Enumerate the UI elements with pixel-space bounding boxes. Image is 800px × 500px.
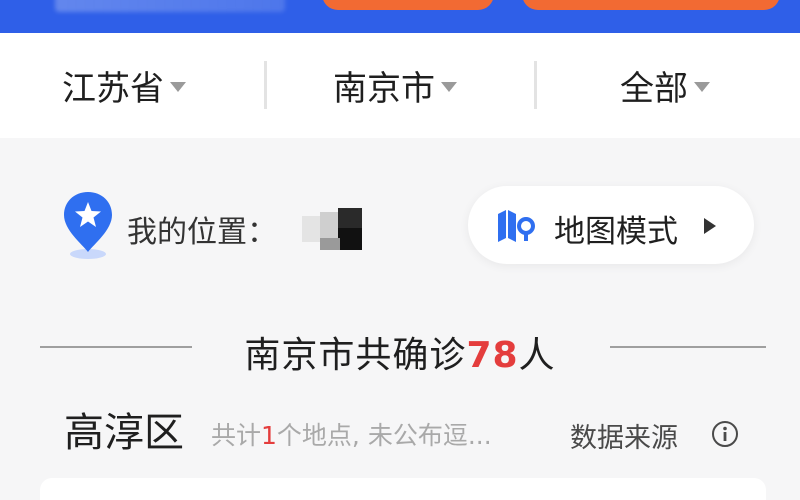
top-banner [0,0,800,33]
location-pin-icon [64,192,112,259]
district-dropdown[interactable]: 全部 [620,63,710,109]
location-count: 1 [261,421,277,450]
district-name: 高淳区 [64,410,184,456]
summary-prefix: 南京市共确诊 [244,335,467,376]
top-button-left[interactable] [322,0,494,10]
location-value-blurred [302,208,364,252]
confirmed-count: 78 [466,335,519,376]
divider [534,61,537,109]
divider [264,61,267,109]
desc-prefix: 共计 [211,421,262,450]
map-mode-label: 地图模式 [554,214,678,250]
my-location-label: 我的位置： [127,215,277,250]
summary-suffix: 人 [518,335,556,376]
city-label: 南京市 [333,68,435,109]
list-card [40,478,766,500]
city-dropdown[interactable]: 南京市 [333,63,457,109]
chevron-down-icon [170,82,186,92]
chevron-down-icon [694,82,710,92]
confirmed-summary: 南京市共确诊78人 [0,326,800,378]
desc-suffix: 个地点, 未公布逗... [276,421,492,450]
district-description: 共计1个地点, 未公布逗... [211,416,492,452]
map-icon [498,210,535,242]
info-icon[interactable] [711,420,739,448]
banner-text-blurred [55,0,285,12]
screen: 江苏省 南京市 全部 我的位置： 地图模式 南京市共确诊78人 高淳区 共计1个… [0,0,800,500]
district-label: 全部 [620,68,688,109]
chevron-down-icon [441,82,457,92]
province-label: 江苏省 [62,68,164,109]
top-button-right[interactable] [522,0,780,10]
province-dropdown[interactable]: 江苏省 [62,63,186,109]
region-selector-row: 江苏省 南京市 全部 [0,33,800,138]
data-source-link[interactable]: 数据来源 [570,416,678,455]
map-mode-button[interactable]: 地图模式 [468,186,754,264]
play-icon [704,218,716,234]
